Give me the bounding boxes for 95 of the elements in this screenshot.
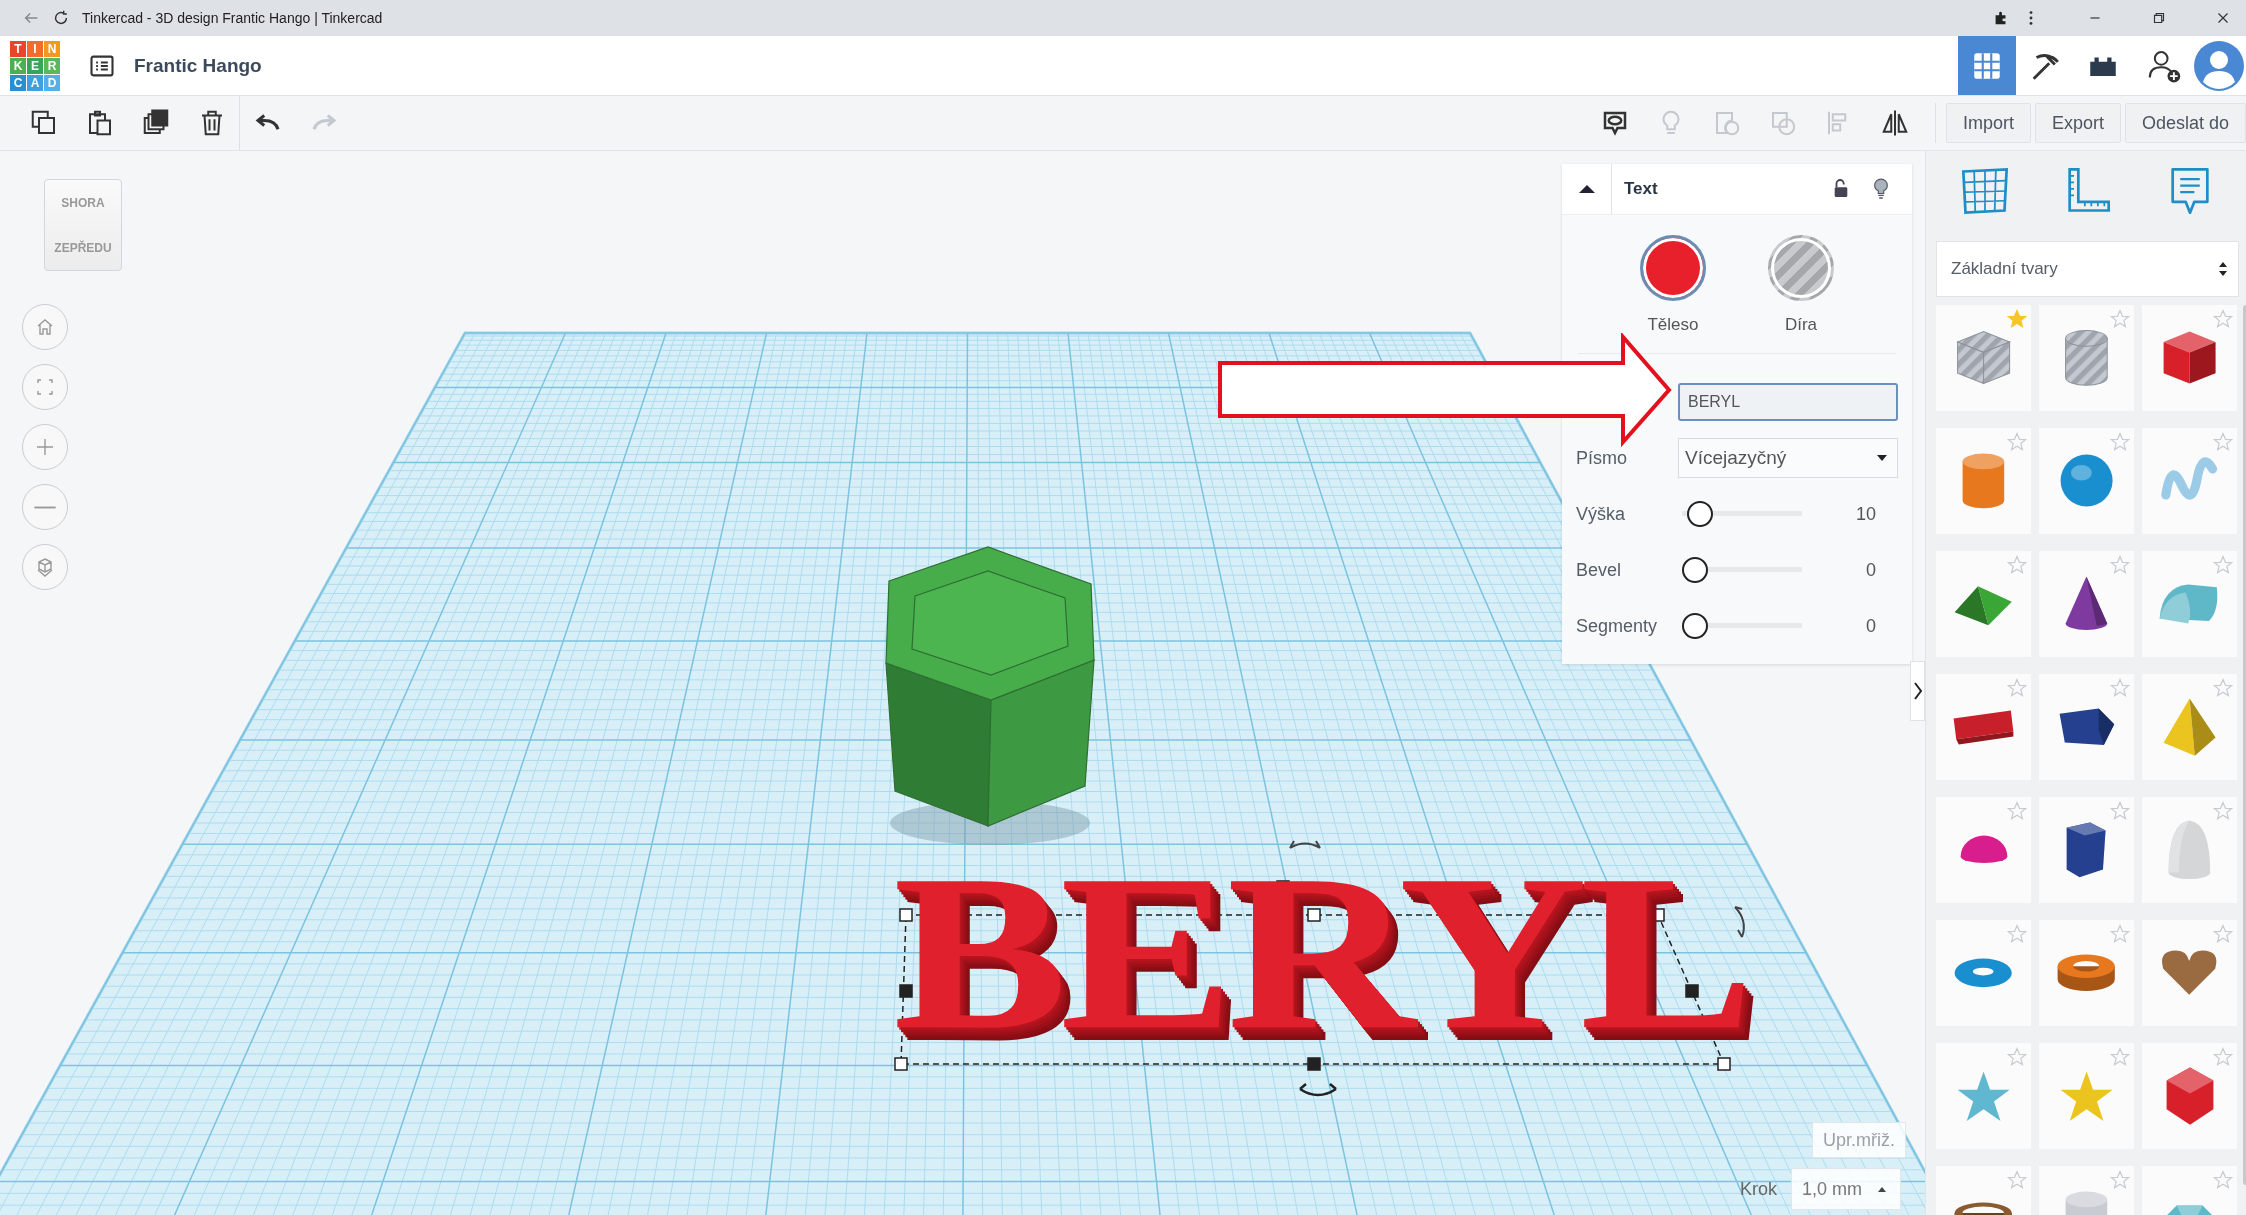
logo-letter: A — [27, 74, 43, 91]
shape-tile[interactable] — [2039, 797, 2134, 903]
perspective-button[interactable] — [22, 544, 68, 590]
sort-caret-icon — [2218, 261, 2228, 277]
shape-tile[interactable] — [2039, 920, 2134, 1026]
shape-tile[interactable] — [2142, 1043, 2237, 1149]
logo-letter: I — [27, 40, 43, 57]
star-icon[interactable] — [2110, 1047, 2130, 1067]
mirror-icon — [1879, 108, 1910, 138]
field-label: Segmenty — [1576, 615, 1659, 637]
rotate-handle-icon[interactable] — [1298, 1082, 1338, 1097]
shape-tile[interactable] — [2039, 674, 2134, 780]
logo-letter: K — [10, 57, 26, 74]
star-icon[interactable] — [2110, 1170, 2130, 1190]
font-dropdown[interactable]: Vícejazyčný — [1678, 438, 1898, 478]
star-icon[interactable] — [2007, 924, 2027, 944]
star-icon[interactable] — [2007, 801, 2027, 821]
toolbar-button[interactable]: Export — [2034, 103, 2121, 143]
field-label: Písmo — [1576, 447, 1628, 469]
category-dropdown[interactable]: Základní tvary — [1936, 241, 2239, 297]
shape-tile[interactable] — [2039, 1043, 2134, 1149]
shape-tile[interactable] — [2039, 305, 2134, 411]
bulb-icon[interactable] — [1872, 178, 1890, 200]
star-icon[interactable] — [2213, 309, 2233, 329]
shape-tile[interactable] — [2142, 920, 2237, 1026]
shape-tile[interactable] — [2039, 551, 2134, 657]
star-icon[interactable] — [2007, 1047, 2027, 1067]
shape-tile[interactable] — [2142, 551, 2237, 657]
material-label: Těleso — [1647, 315, 1699, 335]
star-icon[interactable] — [2007, 555, 2027, 575]
caret-icon — [1877, 455, 1887, 461]
shape-tile[interactable] — [1936, 797, 2031, 903]
panel-toggle-button[interactable] — [1910, 661, 1925, 721]
shape-tile[interactable] — [1936, 674, 2031, 780]
fit-view-button[interactable] — [22, 364, 68, 410]
star-icon[interactable] — [2213, 1047, 2233, 1067]
toolbar-button[interactable]: Odeslat do — [2124, 103, 2246, 143]
shape-tile[interactable] — [1936, 1043, 2031, 1149]
page-title: Tinkercad - 3D design Frantic Hango | Tinkercad — [82, 10, 383, 26]
text-input[interactable]: BERYL — [1678, 383, 1898, 421]
shape-tile[interactable] — [2142, 305, 2237, 411]
home-view-button[interactable] — [22, 304, 68, 350]
shape-tile[interactable] — [2039, 428, 2134, 534]
snap-dropdown[interactable]: 1,0 mm — [1791, 1168, 1901, 1210]
slider-thumb[interactable] — [1682, 557, 1708, 583]
slider-value: 0 — [1866, 559, 1876, 581]
shape-tile[interactable] — [1936, 920, 2031, 1026]
star-icon[interactable] — [2213, 1170, 2233, 1190]
star-icon[interactable] — [2007, 1170, 2027, 1190]
snap-label: Krok — [1740, 1178, 1777, 1200]
logo[interactable]: T I N K E R C A D — [10, 40, 60, 91]
shape-tile[interactable] — [1936, 551, 2031, 657]
field-label: Výška — [1576, 503, 1627, 525]
minus-icon — [33, 505, 57, 509]
star-icon[interactable] — [2110, 924, 2130, 944]
slider-thumb[interactable] — [1682, 613, 1708, 639]
shape-tile[interactable] — [2142, 428, 2237, 534]
star-icon[interactable] — [2213, 555, 2233, 575]
star-icon[interactable] — [2007, 432, 2027, 452]
avatar-icon[interactable] — [2194, 40, 2244, 91]
reload-icon[interactable] — [52, 9, 70, 27]
inspector-title: Text — [1624, 179, 1658, 199]
star-icon[interactable] — [2110, 309, 2130, 329]
star-icon[interactable] — [2213, 801, 2233, 821]
star-icon[interactable] — [2110, 432, 2130, 452]
star-icon[interactable] — [2213, 924, 2233, 944]
slider-value: 10 — [1855, 503, 1876, 525]
shape-tile[interactable] — [1936, 428, 2031, 534]
shape-tile[interactable] — [2142, 797, 2237, 903]
logo-letter: T — [10, 40, 26, 57]
star-icon[interactable] — [2110, 801, 2130, 821]
logo-letter: D — [44, 74, 60, 91]
chevron-right-icon — [1912, 681, 1923, 701]
design-name[interactable]: Frantic Hango — [134, 54, 262, 77]
shape-tile[interactable] — [1936, 305, 2031, 411]
lock-icon[interactable] — [1832, 178, 1850, 200]
caret-icon — [1878, 1186, 1886, 1192]
hexagonal-prism-drawing[interactable] — [885, 546, 1095, 827]
star-icon[interactable] — [2213, 432, 2233, 452]
logo-letter: R — [44, 57, 60, 74]
logo-letter: E — [27, 57, 43, 74]
material-label: Díra — [1784, 315, 1818, 335]
toolbar-button[interactable]: Import — [1945, 103, 2031, 143]
star-icon[interactable] — [2007, 678, 2027, 698]
star-icon[interactable] — [2110, 678, 2130, 698]
star-icon[interactable] — [2213, 678, 2233, 698]
logo-letter: C — [10, 74, 26, 91]
field-label: Bevel — [1576, 559, 1623, 581]
slider-value: 0 — [1866, 615, 1876, 637]
shape-tile[interactable] — [2142, 674, 2237, 780]
star-icon[interactable] — [2110, 555, 2130, 575]
star-icon[interactable] — [2007, 309, 2027, 329]
logo-letter: N — [44, 40, 60, 57]
slider-thumb[interactable] — [1686, 501, 1713, 527]
zoom-in-button[interactable] — [22, 424, 68, 470]
